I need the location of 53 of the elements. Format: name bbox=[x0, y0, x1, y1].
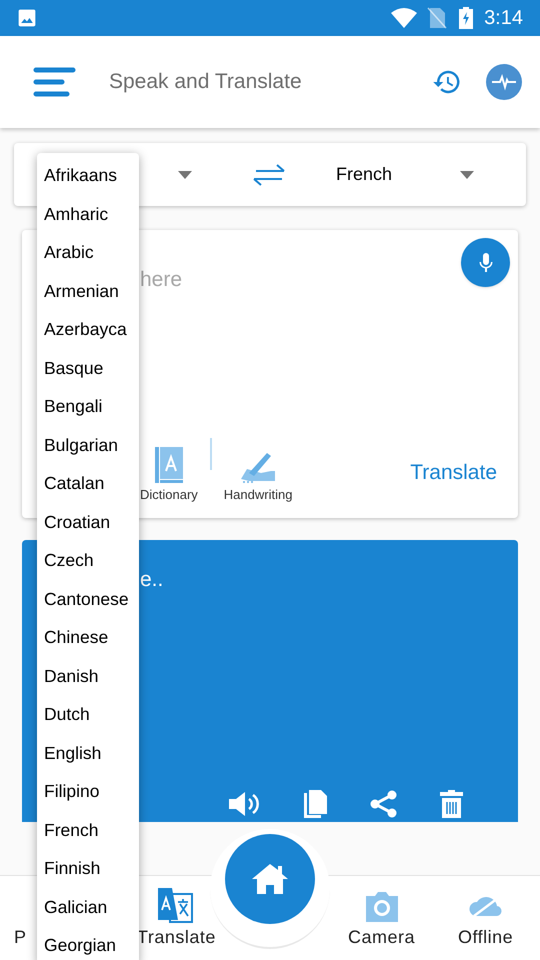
menu-item[interactable]: Bulgarian bbox=[37, 426, 139, 464]
menu-item[interactable]: Danish bbox=[37, 656, 139, 695]
battery-charging-icon bbox=[459, 7, 474, 29]
menu-item[interactable]: Armenian bbox=[37, 272, 139, 310]
menu-item[interactable]: English bbox=[37, 734, 139, 772]
waveform-icon[interactable] bbox=[486, 64, 522, 100]
menu-item[interactable]: Georgian bbox=[37, 926, 139, 960]
nav-label: P bbox=[14, 926, 27, 949]
dropdown-caret-icon[interactable] bbox=[460, 170, 474, 178]
app-title: Speak and Translate bbox=[109, 69, 303, 96]
menu-item[interactable]: Arabic bbox=[37, 233, 139, 272]
menu-icon[interactable] bbox=[33, 67, 76, 97]
image-icon bbox=[17, 8, 37, 28]
menu-item[interactable]: Galician bbox=[37, 888, 139, 926]
menu-item[interactable]: Catalan bbox=[37, 464, 139, 502]
dictionary-button[interactable]: Dictionary bbox=[140, 446, 198, 504]
book-icon bbox=[154, 446, 183, 482]
menu-item[interactable]: Chinese bbox=[37, 618, 139, 656]
menu-item[interactable]: Amharic bbox=[37, 194, 139, 233]
no-sim-icon bbox=[427, 7, 448, 29]
handwriting-button[interactable]: Handwriting bbox=[224, 448, 292, 504]
share-icon[interactable] bbox=[370, 790, 397, 818]
nav-tab[interactable]: P bbox=[14, 888, 27, 951]
microphone-button[interactable] bbox=[461, 238, 510, 287]
copy-icon[interactable] bbox=[304, 790, 327, 818]
menu-item[interactable]: Czech bbox=[37, 541, 139, 580]
nav-label: Camera bbox=[348, 926, 416, 949]
nav-tab[interactable]: Offline bbox=[458, 888, 514, 951]
home-icon bbox=[252, 864, 288, 894]
menu-item[interactable]: Bengali bbox=[37, 387, 139, 426]
menu-item[interactable]: Afrikaans bbox=[37, 156, 139, 194]
dropdown-caret-icon[interactable] bbox=[178, 170, 192, 178]
nav-tab[interactable]: Translate bbox=[137, 888, 216, 951]
menu-item[interactable]: Finnish bbox=[37, 849, 139, 888]
menu-item[interactable]: Basque bbox=[37, 348, 139, 387]
menu-item[interactable]: Azerbayca bbox=[37, 310, 139, 348]
output-placeholder: e.. bbox=[140, 567, 164, 593]
nav-label: Translate bbox=[137, 926, 216, 949]
target-language[interactable]: French bbox=[336, 161, 392, 188]
nav-tab[interactable]: Camera bbox=[348, 888, 416, 951]
tool-label: Handwriting bbox=[224, 486, 292, 504]
translate-icon bbox=[158, 888, 194, 924]
menu-item[interactable]: Filipino bbox=[37, 772, 139, 810]
wifi-icon bbox=[391, 7, 418, 29]
menu-item[interactable]: Cantonese bbox=[37, 580, 139, 618]
translate-button[interactable]: Translate bbox=[410, 456, 497, 488]
trash-icon[interactable] bbox=[440, 790, 463, 818]
swap-arrows-icon[interactable] bbox=[252, 162, 286, 186]
nav-label: Offline bbox=[458, 926, 514, 949]
tool-label: Dictionary bbox=[140, 486, 198, 504]
menu-item[interactable]: Dutch bbox=[37, 695, 139, 734]
clock: 3:14 bbox=[484, 6, 523, 31]
speaker-icon[interactable] bbox=[229, 790, 261, 818]
